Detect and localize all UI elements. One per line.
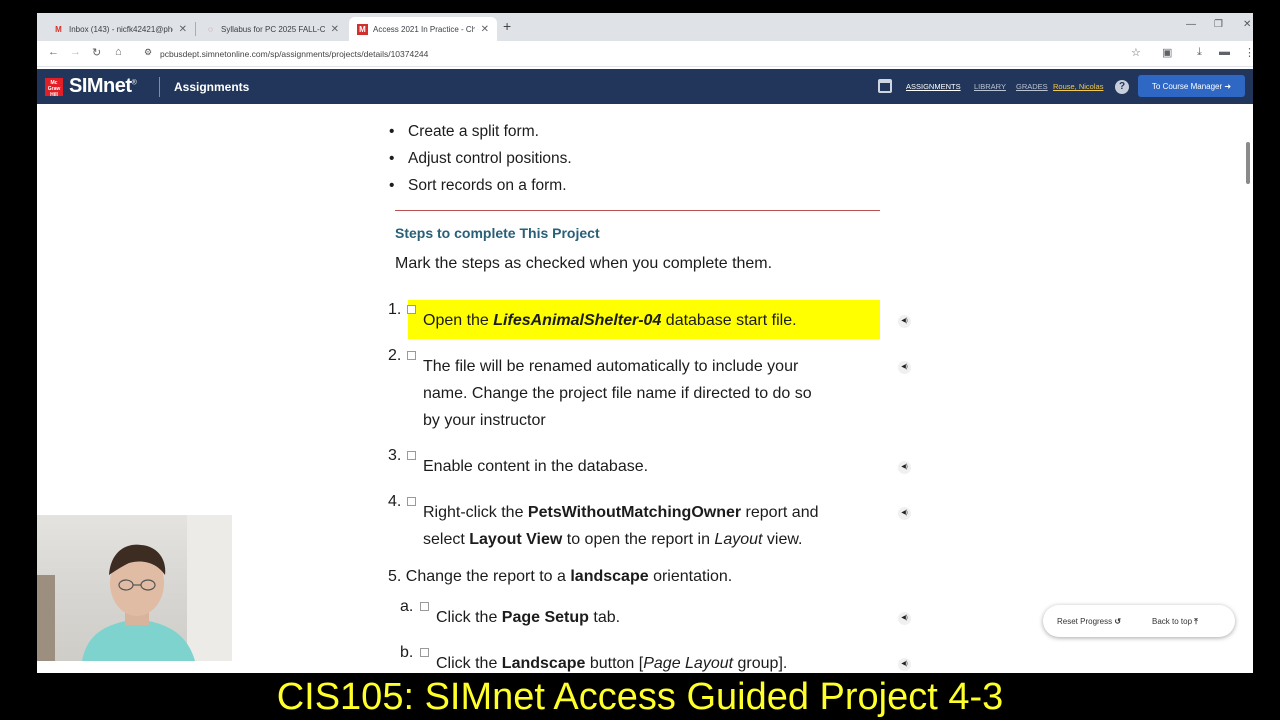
tab-title: Access 2021 In Practice - Ch 4 ·	[373, 24, 475, 34]
close-icon[interactable]: ✕	[179, 24, 187, 35]
nav-assignments[interactable]: ASSIGNMENTS	[906, 82, 961, 91]
forward-icon[interactable]: →	[70, 46, 81, 58]
step-number: 3.	[388, 447, 402, 464]
download-icon[interactable]: ⤓	[1197, 46, 1202, 59]
scrollbar[interactable]	[1243, 104, 1253, 673]
reset-icon: ↺	[1114, 617, 1122, 626]
step-5a-text: Click the Page Setup tab.	[436, 609, 621, 626]
help-icon[interactable]: ?	[1115, 80, 1129, 94]
to-course-manager-button[interactable]: To Course Manager ➜	[1138, 75, 1245, 97]
simnet-logo[interactable]: SIMnet®	[69, 75, 137, 98]
presenter-video-icon	[37, 515, 232, 661]
back-icon[interactable]: ←	[48, 46, 59, 58]
home-icon[interactable]: ⌂	[115, 46, 122, 58]
step-checkbox-3[interactable]	[407, 451, 416, 460]
canvas-icon: ◌	[208, 24, 213, 34]
objectives-list: Create a split form. Adjust control posi…	[389, 118, 572, 199]
step-2-text: The file will be renamed automatically t…	[423, 358, 812, 429]
nav-grades[interactable]: GRADES	[1016, 82, 1048, 91]
address-bar: ← → ↻ ⌂ ⚙ pcbusdept.simnetonline.com/sp/…	[37, 41, 1253, 67]
scrollbar-thumb[interactable]	[1246, 142, 1250, 184]
reload-icon[interactable]: ↻	[92, 46, 101, 59]
step-number: b.	[400, 644, 414, 661]
list-item: Sort records on a form.	[389, 172, 572, 199]
url-field[interactable]: pcbusdept.simnetonline.com/sp/assignment…	[160, 49, 428, 59]
step-checkbox-5b[interactable]	[420, 648, 429, 657]
user-menu[interactable]: Rouse, Nicolas	[1053, 82, 1103, 91]
step-1-text: Open the LifesAnimalShelter-04 database …	[423, 312, 797, 329]
nav-library[interactable]: LIBRARY	[974, 82, 1006, 91]
close-icon[interactable]: ✕	[481, 24, 489, 35]
step-checkbox-4[interactable]	[407, 497, 416, 506]
tab-syllabus[interactable]: ◌ Syllabus for PC 2025 FALL-CIS1 ✕	[197, 17, 347, 41]
step-number: 4.	[388, 493, 402, 510]
profile-icon[interactable]: ▬	[1219, 46, 1230, 58]
reset-progress-button[interactable]: Reset Progress ↺	[1057, 617, 1121, 626]
audio-icon[interactable]: ◀)	[898, 361, 911, 374]
audio-icon[interactable]: ◀)	[898, 612, 911, 625]
simnet-icon: M	[357, 23, 368, 35]
close-window-icon[interactable]: ✕	[1243, 19, 1251, 30]
back-to-top-button[interactable]: Back to top ⤒	[1152, 617, 1198, 627]
video-caption: CIS105: SIMnet Access Guided Project 4-3	[276, 676, 1004, 718]
new-tab-button[interactable]: +	[503, 18, 511, 34]
cast-icon[interactable]: ▣	[1162, 46, 1172, 59]
step-number: 2.	[388, 347, 402, 364]
list-item: Adjust control positions.	[389, 145, 572, 172]
tab-title: Syllabus for PC 2025 FALL-CIS1	[221, 24, 325, 34]
step-3-text: Enable content in the database.	[423, 458, 649, 475]
divider	[395, 210, 880, 211]
step-checkbox-2[interactable]	[407, 351, 416, 360]
floating-toolbar: Reset Progress ↺ Back to top ⤒	[1043, 605, 1235, 637]
menu-icon[interactable]: ⋮	[1244, 46, 1253, 59]
browser-window: M Inbox (143) - nicfk42421@phoe ✕ ◌ Syll…	[37, 13, 1253, 673]
step-number: a.	[400, 598, 414, 615]
step-5-text: 5. Change the report to a landscape orie…	[388, 568, 733, 585]
exit-icon: ➜	[1224, 81, 1232, 91]
tab-access-practice[interactable]: M Access 2021 In Practice - Ch 4 · ✕	[349, 17, 497, 41]
close-icon[interactable]: ✕	[331, 24, 339, 35]
audio-icon[interactable]: ◀)	[898, 658, 911, 671]
audio-icon[interactable]: ◀)	[898, 315, 911, 328]
steps-intro: Mark the steps as checked when you compl…	[395, 255, 773, 272]
app-header: Mc Graw Hill SIMnet® Assignments ASSIGNM…	[37, 69, 1253, 104]
site-info-icon[interactable]: ⚙	[144, 47, 152, 58]
webcam-overlay	[37, 515, 232, 661]
bookmark-star-icon[interactable]: ☆	[1131, 46, 1141, 59]
back-to-top-icon: ⤒	[1194, 617, 1198, 626]
steps-heading: Steps to complete This Project	[395, 225, 600, 241]
calendar-icon[interactable]	[878, 79, 892, 93]
step-number: 1.	[388, 301, 402, 318]
step-checkbox-1[interactable]	[407, 305, 416, 314]
step-5b-text: Click the Landscape button [Page Layout …	[436, 655, 788, 672]
mail-icon: M	[55, 24, 62, 34]
audio-icon[interactable]: ◀)	[898, 507, 911, 520]
step-checkbox-5a[interactable]	[420, 602, 429, 611]
page-section-title: Assignments	[174, 80, 250, 94]
tab-title: Inbox (143) - nicfk42421@phoe	[69, 24, 173, 34]
audio-icon[interactable]: ◀)	[898, 461, 911, 474]
step-4-text: Right-click the PetsWithoutMatchingOwner…	[423, 504, 819, 548]
restore-icon[interactable]: ❐	[1214, 19, 1223, 30]
tab-inbox[interactable]: M Inbox (143) - nicfk42421@phoe ✕	[45, 17, 195, 41]
tab-strip: M Inbox (143) - nicfk42421@phoe ✕ ◌ Syll…	[37, 13, 1253, 41]
list-item: Create a split form.	[389, 118, 572, 145]
mcgraw-hill-logo: Mc Graw Hill	[45, 78, 63, 98]
minimize-icon[interactable]: —	[1186, 19, 1196, 30]
